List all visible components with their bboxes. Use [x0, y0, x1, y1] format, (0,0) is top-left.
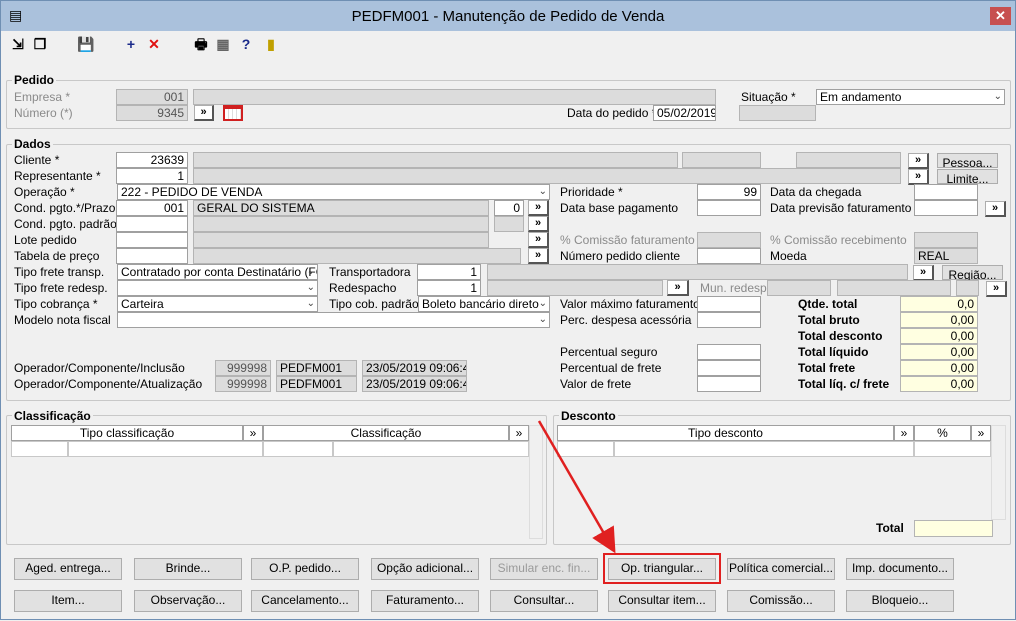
annotation-arrow	[537, 420, 616, 554]
main-window: ▤ PEDFM001 - Manutenção de Pedido de Ven…	[0, 0, 1016, 620]
